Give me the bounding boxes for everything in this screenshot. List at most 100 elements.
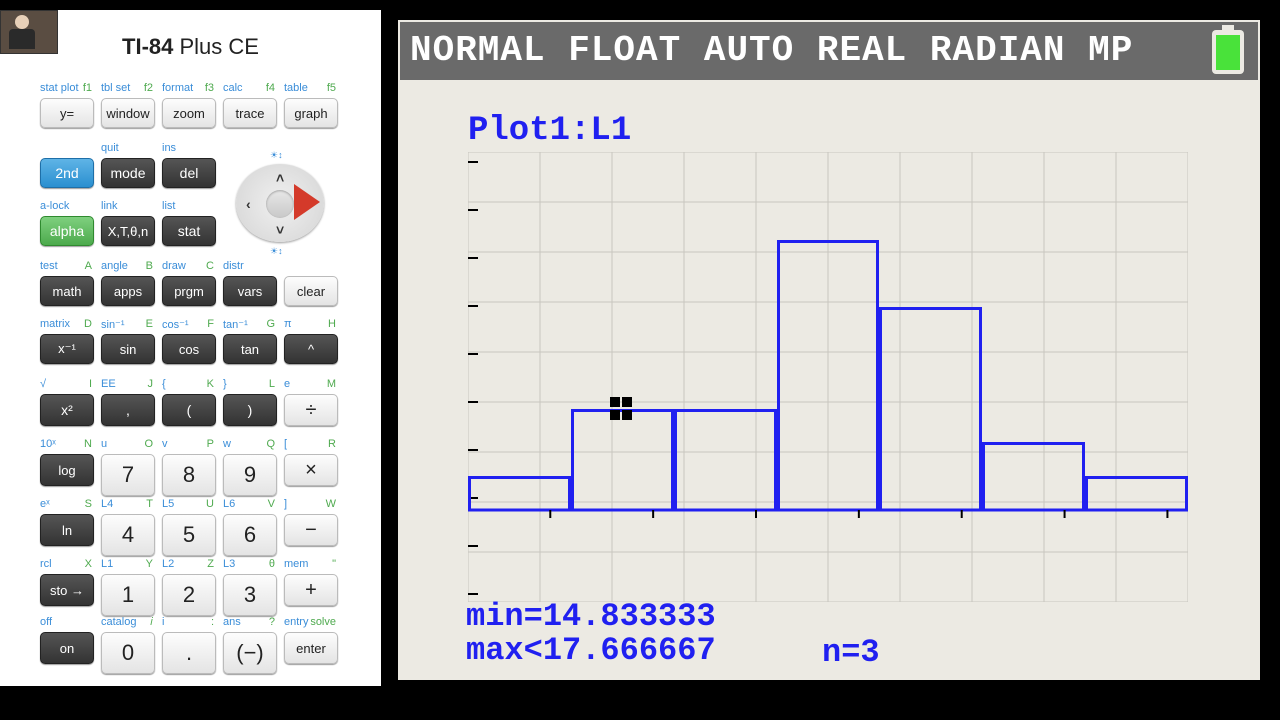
key-r5-4[interactable]: ^ <box>284 334 338 364</box>
key-9[interactable]: 9 <box>223 454 277 496</box>
key-secondary-label: distr <box>223 260 244 272</box>
key-ln[interactable]: ln <box>40 514 94 546</box>
key-secondary-label: quit <box>101 142 119 154</box>
trace-info: min=14.833333 max<17.666667 <box>466 600 716 668</box>
key-secondary-label: C <box>162 260 214 272</box>
key-prgm[interactable]: prgm <box>162 276 216 306</box>
key-secondary-label: D <box>40 318 92 330</box>
arrow-right-icon[interactable] <box>294 184 320 220</box>
arrow-down-icon[interactable]: ˅ <box>276 222 284 238</box>
key-secondary-label: U <box>162 498 214 510</box>
key-stat[interactable]: stat <box>162 216 216 246</box>
brightness-down-icon: ☀↕ <box>270 246 283 257</box>
key-secondary-label: K <box>162 378 214 390</box>
key-apps[interactable]: apps <box>101 276 155 306</box>
key-secondary-label: link <box>101 200 118 212</box>
brightness-up-icon: ☀↕ <box>270 150 283 161</box>
key-graph[interactable]: graph <box>284 98 338 128</box>
key-r5-3[interactable]: tan <box>223 334 277 364</box>
key-secondary-label: N <box>40 438 92 450</box>
trace-cursor-icon <box>609 396 635 422</box>
key-b1[interactable]: 0 <box>101 632 155 674</box>
key-on[interactable]: on <box>40 632 94 664</box>
key-math[interactable]: math <box>40 276 94 306</box>
key-secondary-label: list <box>162 200 175 212</box>
key-6[interactable]: 6 <box>223 514 277 556</box>
key-r6-3[interactable]: ) <box>223 394 277 426</box>
direction-pad[interactable]: ☀↕ ˄ ˅ ‹ ☀↕ <box>236 150 324 256</box>
key-log[interactable]: log <box>40 454 94 486</box>
key-secondary-label: J <box>101 378 153 390</box>
key-8[interactable]: 8 <box>162 454 216 496</box>
key-vars[interactable]: vars <box>223 276 277 306</box>
key-secondary-label: Q <box>223 438 275 450</box>
key-4[interactable]: 4 <box>101 514 155 556</box>
arrow-up-icon[interactable]: ˄ <box>276 170 284 186</box>
key-y=[interactable]: y= <box>40 98 94 128</box>
key-div[interactable]: ÷ <box>284 394 338 426</box>
key-secondary-label: Y <box>101 558 153 570</box>
plot-title: Plot1:L1 <box>468 112 631 150</box>
key-secondary-label: Z <box>162 558 214 570</box>
key-secondary-label: 𝑖 <box>101 616 153 629</box>
key-r6-1[interactable]: , <box>101 394 155 426</box>
key-2[interactable]: 2 <box>162 574 216 616</box>
key-secondary-label: " <box>284 558 336 570</box>
key-secondary-label: f1 <box>40 82 92 94</box>
histogram-bar <box>982 442 1085 510</box>
key-xtn[interactable]: X,T,θ,n <box>101 216 155 246</box>
key-minus[interactable]: − <box>284 514 338 546</box>
key-secondary-label: L <box>223 378 275 390</box>
key-7[interactable]: 7 <box>101 454 155 496</box>
key-secondary-label: f5 <box>284 82 336 94</box>
key-secondary-label: a-lock <box>40 200 69 212</box>
key-secondary-label: V <box>223 498 275 510</box>
calculator-panel: TI-84 Plus CE stat plotf1tbl setf2format… <box>0 10 381 686</box>
arrow-left-icon[interactable]: ‹ <box>246 196 251 212</box>
key-del[interactable]: del <box>162 158 216 188</box>
key-secondary-label: W <box>284 498 336 510</box>
key-secondary-label: P <box>162 438 214 450</box>
key-b3[interactable]: (−) <box>223 632 277 674</box>
key-secondary-label: E <box>101 318 153 330</box>
key-alpha[interactable]: alpha <box>40 216 94 246</box>
key-secondary-label: θ <box>223 558 275 570</box>
key-secondary-label: S <box>40 498 92 510</box>
key-secondary-label: F <box>162 318 214 330</box>
trace-max: max<17.666667 <box>466 634 716 668</box>
key-r5-1[interactable]: sin <box>101 334 155 364</box>
key-3[interactable]: 3 <box>223 574 277 616</box>
key-secondary-label: A <box>40 260 92 272</box>
key-secondary-label: solve <box>284 616 336 628</box>
histogram-bar <box>777 240 880 510</box>
trace-n: n=3 ↖ <box>822 634 880 671</box>
key-5[interactable]: 5 <box>162 514 216 556</box>
device-title: TI-84 Plus CE <box>0 34 381 60</box>
key-1[interactable]: 1 <box>101 574 155 616</box>
key-mode[interactable]: mode <box>101 158 155 188</box>
key-zoom[interactable]: zoom <box>162 98 216 128</box>
histogram-bar <box>879 307 982 510</box>
key-b2[interactable]: . <box>162 632 216 674</box>
key-enter[interactable]: enter <box>284 632 338 664</box>
key-secondary-label: I <box>40 378 92 390</box>
key-clear[interactable]: clear <box>284 276 338 306</box>
key-r5-0[interactable]: x⁻¹ <box>40 334 94 364</box>
key-trace[interactable]: trace <box>223 98 277 128</box>
key-secondary-label: R <box>284 438 336 450</box>
key-r5-2[interactable]: cos <box>162 334 216 364</box>
key-sto[interactable]: sto → <box>40 574 94 606</box>
key-secondary-label: off <box>40 616 52 628</box>
histogram-bar <box>571 409 674 510</box>
key-plus[interactable]: + <box>284 574 338 606</box>
key-2nd[interactable]: 2nd <box>40 158 94 188</box>
key-window[interactable]: window <box>101 98 155 128</box>
key-secondary-label: T <box>101 498 153 510</box>
key-mul[interactable]: × <box>284 454 338 486</box>
battery-icon <box>1212 30 1244 74</box>
key-r6-2[interactable]: ( <box>162 394 216 426</box>
key-secondary-label: : <box>162 616 214 628</box>
key-xsq[interactable]: x² <box>40 394 94 426</box>
key-secondary-label: f4 <box>223 82 275 94</box>
key-secondary-label: H <box>284 318 336 330</box>
